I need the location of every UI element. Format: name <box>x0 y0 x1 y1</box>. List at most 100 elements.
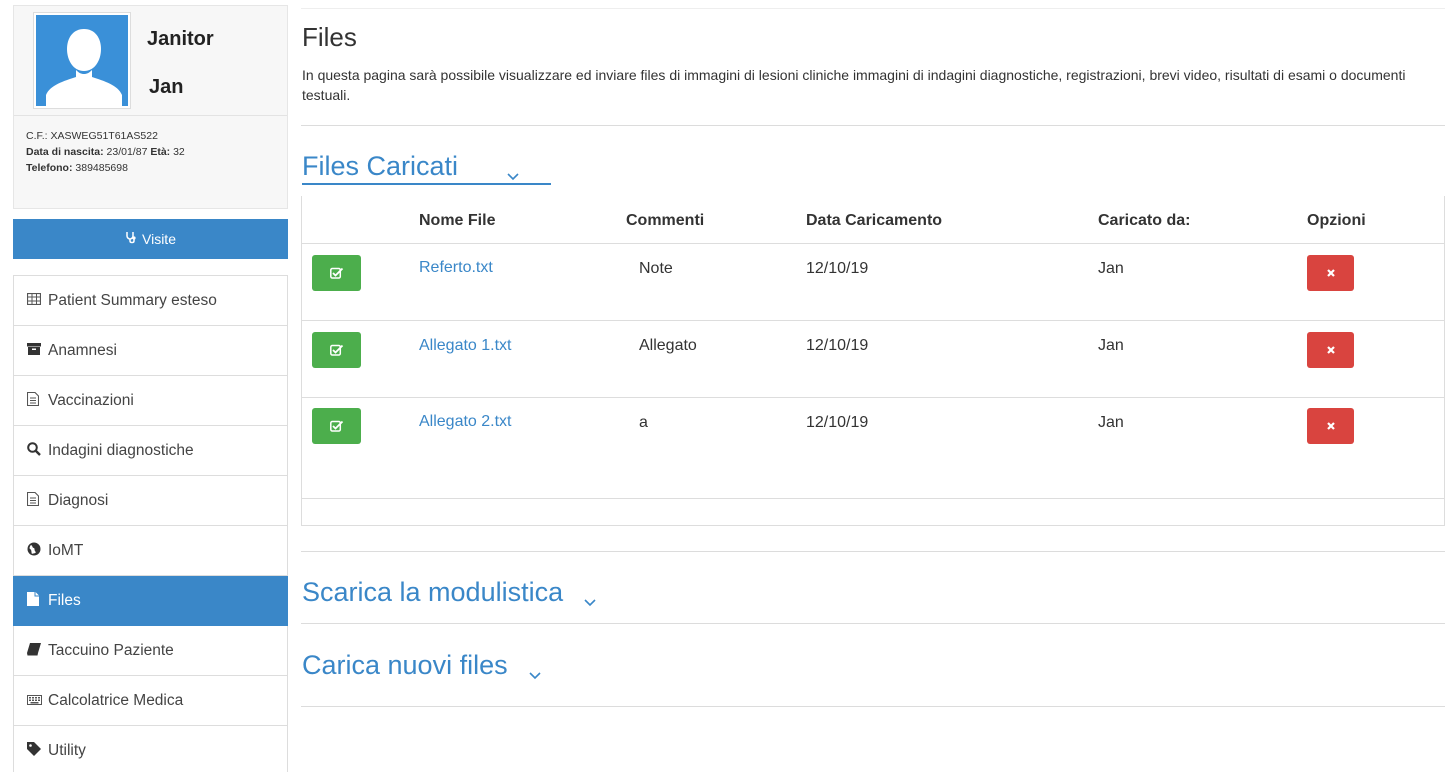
dob-value: 23/01/87 <box>106 146 148 158</box>
phone-label: Telefono: <box>26 162 73 174</box>
cf-label: C.F.: <box>26 130 48 142</box>
section-divider <box>301 706 1445 707</box>
row-divider <box>301 397 1445 398</box>
sidebar-item-label: Indagini diagnostiche <box>48 441 194 459</box>
keyboard-icon <box>27 693 45 708</box>
sidebar-item-indagini[interactable]: Indagini diagnostiche <box>13 426 288 476</box>
sidebar-item-label: IoMT <box>48 541 84 559</box>
patient-first-name: Janitor <box>147 28 214 50</box>
header-divider <box>301 125 1445 126</box>
sidebar-item-label: Anamnesi <box>48 341 117 359</box>
file-date: 12/10/19 <box>806 260 869 277</box>
delete-file-button[interactable] <box>1307 332 1354 368</box>
sidebar-item-calcolatrice[interactable]: Calcolatrice Medica <box>13 676 288 726</box>
file-name-link[interactable]: Allegato 1.txt <box>419 337 512 355</box>
table-footer-line <box>302 498 1445 499</box>
sidebar-item-label: Calcolatrice Medica <box>48 691 184 709</box>
profile-divider <box>14 115 287 116</box>
th-data-caricamento: Data Caricamento <box>806 212 943 229</box>
visite-button[interactable]: Visite <box>13 219 288 259</box>
sidebar-item-label: Files <box>48 591 81 609</box>
sidebar-item-patient-summary[interactable]: Patient Summary esteso <box>13 276 288 326</box>
visite-label: Visite <box>142 231 176 247</box>
files-table <box>301 196 1445 526</box>
top-divider <box>301 8 1445 9</box>
sidebar-item-taccuino[interactable]: Taccuino Paziente <box>13 626 288 676</box>
chevron-down-icon <box>528 659 542 679</box>
row-divider <box>301 320 1445 321</box>
section-divider <box>301 551 1445 552</box>
open-file-button[interactable] <box>312 255 361 291</box>
close-icon <box>1326 269 1335 277</box>
main-content: Files In questa pagina sarà possibile vi… <box>301 0 1445 772</box>
avatar <box>34 13 130 108</box>
sidebar-item-label: Diagnosi <box>48 491 109 509</box>
check-square-icon <box>329 267 343 279</box>
sidebar-item-iomt[interactable]: IoMT <box>13 526 288 576</box>
chevron-down-icon <box>506 160 520 180</box>
page-title: Files <box>302 22 357 52</box>
close-icon <box>1326 346 1335 354</box>
tag-icon <box>27 742 45 759</box>
page-description: In questa pagina sarà possibile visualiz… <box>302 67 1406 103</box>
sidebar-item-label: Utility <box>48 741 86 759</box>
sidebar-item-anamnesi[interactable]: Anamnesi <box>13 326 288 376</box>
patient-phone: Telefono: 389485698 <box>26 162 128 174</box>
th-opzioni: Opzioni <box>1307 212 1366 229</box>
open-file-button[interactable] <box>312 408 361 444</box>
file-comment: Allegato <box>639 337 697 354</box>
file-uploader: Jan <box>1098 260 1124 277</box>
chevron-down-icon <box>583 586 597 606</box>
sidebar-item-label: Patient Summary esteso <box>48 291 217 309</box>
file-date: 12/10/19 <box>806 414 869 431</box>
search-icon <box>27 442 45 459</box>
globe-icon <box>27 542 45 559</box>
book-icon <box>27 642 45 659</box>
scarica-modulistica-toggle[interactable]: Scarica la modulistica <box>302 577 597 608</box>
patient-card: Janitor Jan C.F.: XASWEG51T61AS522 Data … <box>13 5 288 209</box>
file-date: 12/10/19 <box>806 337 869 354</box>
sidebar-item-label: Vaccinazioni <box>48 391 134 409</box>
section-divider <box>301 623 1445 624</box>
file-name-link[interactable]: Allegato 2.txt <box>419 413 512 431</box>
th-caricato-da: Caricato da: <box>1098 212 1191 229</box>
file-comment: a <box>639 414 648 431</box>
scarica-modulistica-title: Scarica la modulistica <box>302 577 564 607</box>
files-caricati-underline <box>302 183 551 185</box>
sidebar-item-label: Taccuino Paziente <box>48 641 174 659</box>
open-file-button[interactable] <box>312 332 361 368</box>
file-uploader: Jan <box>1098 337 1124 354</box>
carica-nuovi-files-toggle[interactable]: Carica nuovi files <box>302 650 542 681</box>
check-square-icon <box>329 420 343 432</box>
patient-last-name: Jan <box>149 76 184 98</box>
patient-cf: C.F.: XASWEG51T61AS522 <box>26 130 158 142</box>
age-label: Età: <box>150 146 171 158</box>
sidebar: Janitor Jan C.F.: XASWEG51T61AS522 Data … <box>13 0 288 772</box>
delete-file-button[interactable] <box>1307 408 1354 444</box>
carica-nuovi-files-title: Carica nuovi files <box>302 650 508 680</box>
archive-icon <box>27 343 45 358</box>
th-commenti: Commenti <box>626 212 705 229</box>
table-header-line <box>301 243 1445 244</box>
th-nome-file: Nome File <box>419 212 496 229</box>
check-square-icon <box>329 344 343 356</box>
file-uploader: Jan <box>1098 414 1124 431</box>
sidebar-item-vaccinazioni[interactable]: Vaccinazioni <box>13 376 288 426</box>
delete-file-button[interactable] <box>1307 255 1354 291</box>
user-silhouette-icon <box>36 15 128 106</box>
stethoscope-icon <box>125 231 137 247</box>
dob-label: Data di nascita: <box>26 146 104 158</box>
phone-value: 389485698 <box>75 162 128 174</box>
files-caricati-toggle[interactable]: Files Caricati <box>302 151 551 185</box>
table-icon <box>26 292 45 308</box>
cf-value: XASWEG51T61AS522 <box>50 130 158 142</box>
sidebar-item-files[interactable]: Files <box>13 576 288 626</box>
file-icon <box>27 592 45 609</box>
sidebar-item-diagnosi[interactable]: Diagnosi <box>13 476 288 526</box>
age-value: 32 <box>173 146 185 158</box>
file-name-link[interactable]: Referto.txt <box>419 259 493 277</box>
sidebar-item-utility[interactable]: Utility <box>13 726 288 772</box>
files-caricati-title: Files Caricati <box>302 151 459 181</box>
document-icon <box>26 491 45 509</box>
file-comment: Note <box>639 260 673 277</box>
